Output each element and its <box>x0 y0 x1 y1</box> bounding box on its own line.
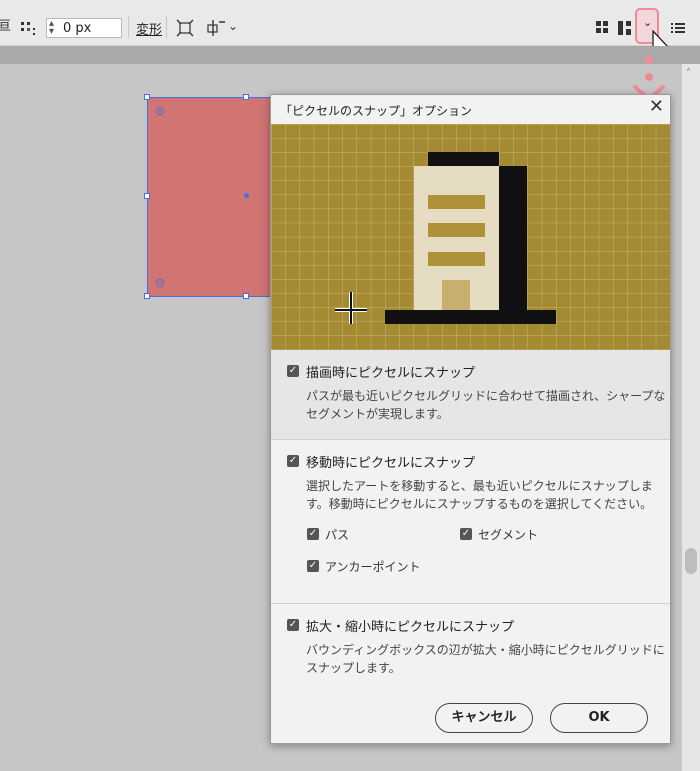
snap-moving-label[interactable]: 移動時にピクセルにスナップ <box>306 452 475 471</box>
align-anchor-icon[interactable] <box>206 19 226 37</box>
callout-dot <box>645 56 653 64</box>
edge-icon: 亘 <box>0 19 12 34</box>
window-stripe <box>428 195 485 209</box>
snap-drawing-description: パスが最も近いピクセルグリッドに合わせて描画され、シャープなセグメントが実現しま… <box>306 389 666 421</box>
pixel-grid-icon[interactable] <box>595 20 609 34</box>
divider <box>166 16 167 38</box>
snap-drawing-label[interactable]: 描画時にピクセルにスナップ <box>306 362 475 381</box>
snap-scaling-label[interactable]: 拡大・縮小時にピクセルにスナップ <box>306 616 514 635</box>
offset-field[interactable]: ▴ ▾ <box>46 18 122 38</box>
snap-while-scaling-section: ✓ 拡大・縮小時にピクセルにスナップ バウンディングボックスの辺が拡大・縮小時に… <box>271 604 670 692</box>
control-bar: 亘 ▴▾ 変形 ⌄ ⌄ <box>0 0 700 58</box>
resize-handle[interactable] <box>144 293 150 299</box>
snap-scaling-description: バウンディングボックスの辺が拡大・縮小時にピクセルグリッドにスナップします。 <box>306 643 665 675</box>
transform-link[interactable]: 変形 <box>136 19 162 38</box>
list-menu-icon[interactable] <box>671 22 685 34</box>
segment-option-label[interactable]: セグメント <box>478 526 538 543</box>
resize-handle[interactable] <box>243 94 249 100</box>
segment-checkbox[interactable]: ✓ <box>460 528 472 540</box>
corner-widget-icon[interactable] <box>156 107 164 115</box>
building-side <box>499 166 527 311</box>
preview-illustration <box>271 124 670 350</box>
snap-scaling-checkbox[interactable]: ✓ <box>287 619 299 631</box>
divider <box>128 16 129 38</box>
scroll-up-icon[interactable]: ˄ <box>686 68 691 79</box>
selected-rectangle[interactable] <box>147 97 271 297</box>
align-dropdown-chevron-icon[interactable]: ⌄ <box>228 18 238 34</box>
vertical-scrollbar[interactable]: ˄ <box>682 64 700 771</box>
snap-options-icon[interactable] <box>617 19 633 37</box>
roof <box>428 152 499 166</box>
door <box>442 280 470 311</box>
snap-moving-checkbox[interactable]: ✓ <box>287 455 299 467</box>
resize-handle[interactable] <box>144 193 150 199</box>
resize-handle[interactable] <box>144 94 150 100</box>
resize-handle[interactable] <box>243 293 249 299</box>
anchor-point-option-label[interactable]: アンカーポイント <box>325 558 421 575</box>
window-stripe <box>428 223 485 237</box>
transform-bounding-icon[interactable] <box>176 19 194 37</box>
offset-input[interactable] <box>63 20 119 36</box>
snap-to-pixel-options-dialog: 「ピクセルのスナップ」オプション ✕ ✓ 描画時にピクセルにスナップ パスが最も… <box>270 94 671 744</box>
callout-dot <box>645 73 653 81</box>
ok-button[interactable]: OK <box>550 703 648 733</box>
close-icon[interactable]: ✕ <box>649 96 664 117</box>
tab-strip <box>0 46 700 64</box>
snap-while-drawing-section: ✓ 描画時にピクセルにスナップ パスが最も近いピクセルグリッドに合わせて描画され… <box>271 350 670 440</box>
snap-moving-description: 選択したアートを移動すると、最も近いピクセルにスナップします。移動時にピクセルに… <box>306 479 653 511</box>
window-stripe <box>428 252 485 266</box>
stepper-icon[interactable]: ▴ ▾ <box>49 19 54 37</box>
center-point <box>244 193 249 198</box>
ground <box>385 310 556 324</box>
path-option-label[interactable]: パス <box>325 526 349 543</box>
corner-widget-icon[interactable] <box>156 279 164 287</box>
snap-drawing-checkbox[interactable]: ✓ <box>287 365 299 377</box>
path-checkbox[interactable]: ✓ <box>307 528 319 540</box>
anchor-point-checkbox[interactable]: ✓ <box>307 560 319 572</box>
pixel-align-icon[interactable] <box>20 20 38 36</box>
scrollbar-thumb[interactable] <box>685 548 697 574</box>
dialog-title: 「ピクセルのスナップ」オプション <box>280 104 473 118</box>
snap-while-moving-section: ✓ 移動時にピクセルにスナップ 選択したアートを移動すると、最も近いピクセルにス… <box>271 440 670 604</box>
chevron-down-icon[interactable]: ⌄ <box>643 16 652 29</box>
cancel-button[interactable]: キャンセル <box>435 703 533 733</box>
